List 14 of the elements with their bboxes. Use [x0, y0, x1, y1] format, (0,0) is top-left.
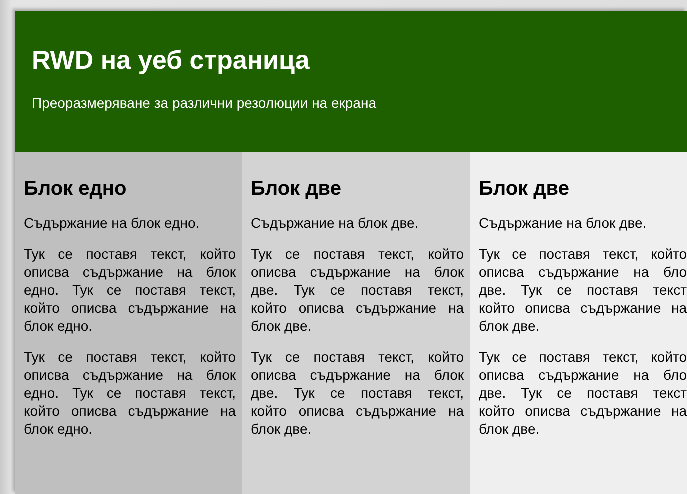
- block-paragraph: Тук се поставя текст, който описва съдържание на бло две. Тук се поставя текст който описва съдържание на блок две.: [479, 245, 687, 335]
- block-paragraph: Тук се поставя текст, който описва съдържание на блок едно. Тук се поставя текст, който описва съдържание на блок едно.: [24, 245, 236, 335]
- block-intro: Съдържание на блок две.: [251, 214, 420, 232]
- block-paragraph: Тук се поставя текст, който описва съдържание на блок едно. Тук се поставя текст, който описва съдържание на блок едно.: [24, 348, 236, 438]
- block-intro: Съдържание на блок едно.: [24, 214, 201, 232]
- block-paragraph: Тук се поставя текст, който описва съдържание на бло две. Тук се поставя текст който описва съдържание на блок две.: [479, 348, 687, 438]
- page-title: RWD на уеб страница: [32, 44, 311, 76]
- block-paragraph: Тук се поставя текст, който описва съдържание на блок две. Тук се поставя текст, който описва съдържание на блок две.: [251, 245, 464, 335]
- block-intro: Съдържание на блок две.: [479, 214, 648, 232]
- block-heading: Блок едно: [24, 177, 128, 201]
- block-heading: Блок две: [251, 177, 342, 201]
- block-heading: Блок две: [479, 177, 570, 201]
- page-subtitle: Преоразмеряване за различни резолюции на екрана: [32, 94, 378, 112]
- block-paragraph: Тук се поставя текст, който описва съдържание на блок две. Тук се поставя текст, който описва съдържание на блок две.: [251, 348, 464, 438]
